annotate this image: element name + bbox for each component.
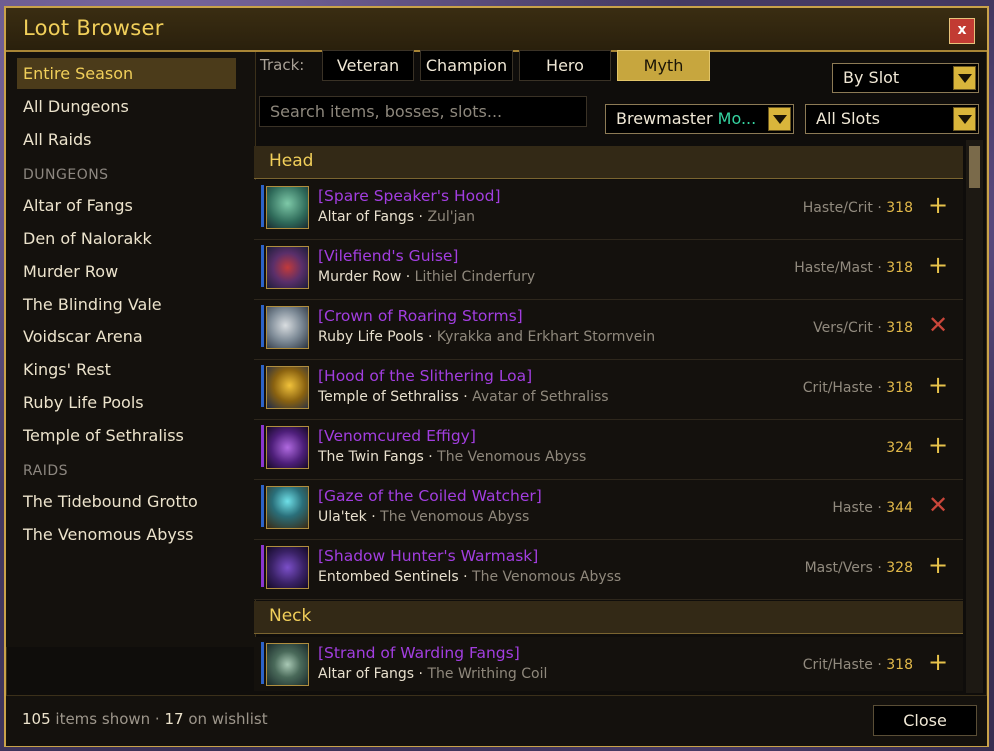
sidebar-item-dungeon[interactable]: Temple of Sethraliss — [17, 420, 236, 451]
quality-bar — [261, 305, 264, 347]
loot-row[interactable]: [Spare Speaker's Hood] Altar of Fangs · … — [254, 180, 963, 240]
add-wishlist-icon[interactable]: + — [927, 433, 949, 457]
quality-bar — [261, 485, 264, 527]
item-source: Ruby Life Pools · Kyrakka and Erkhart St… — [318, 329, 656, 345]
loot-row[interactable]: [Crown of Roaring Storms] Ruby Life Pool… — [254, 300, 963, 360]
item-stats: 324 — [886, 440, 913, 456]
item-source: Ula'tek · The Venomous Abyss — [318, 509, 530, 525]
gaze-icon — [266, 486, 309, 529]
sidebar-item-raid[interactable]: The Tidebound Grotto — [17, 486, 236, 517]
item-stats: Mast/Vers · 328 — [804, 560, 913, 576]
item-stats: Crit/Haste · 318 — [802, 380, 913, 396]
item-source: Temple of Sethraliss · Avatar of Sethral… — [318, 389, 609, 405]
add-wishlist-icon[interactable]: + — [927, 553, 949, 577]
section-header-head: Head — [254, 146, 963, 179]
loot-row[interactable]: [Hood of the Slithering Loa] Temple of S… — [254, 360, 963, 420]
sidebar-item-dungeon[interactable]: Kings' Rest — [17, 354, 236, 385]
window-title: Loot Browser — [23, 16, 164, 40]
item-source: Altar of Fangs · Zul'jan — [318, 209, 475, 225]
quality-bar — [261, 185, 264, 227]
sidebar: Entire Season All Dungeons All Raids DUN… — [6, 52, 256, 647]
hood-icon — [266, 186, 309, 229]
item-name[interactable]: [Venomcured Effigy] — [318, 427, 476, 445]
loot-row[interactable]: [Gaze of the Coiled Watcher] Ula'tek · T… — [254, 480, 963, 540]
warmask-icon — [266, 546, 309, 589]
quality-bar — [261, 245, 264, 287]
title-bar[interactable]: Loot Browser x — [6, 8, 987, 52]
quality-bar — [261, 365, 264, 407]
track-veteran-button[interactable]: Veteran — [322, 50, 414, 81]
quality-bar — [261, 425, 264, 467]
footer: 105 items shown · 17 on wishlist Close — [6, 695, 987, 746]
remove-wishlist-icon[interactable]: ✕ — [927, 493, 949, 517]
loot-list: Head [Spare Speaker's Hood] Altar of Fan… — [254, 140, 963, 691]
item-name[interactable]: [Vilefiend's Guise] — [318, 247, 458, 265]
sidebar-item-dungeon[interactable]: Voidscar Arena — [17, 321, 236, 352]
item-stats: Vers/Crit · 318 — [813, 320, 913, 336]
sidebar-header-dungeons: DUNGEONS — [23, 167, 109, 183]
loot-row[interactable]: [Shadow Hunter's Warmask] Entombed Senti… — [254, 540, 963, 600]
spec-dropdown[interactable]: Brewmaster Mo... — [605, 104, 794, 134]
sidebar-item-entire-season[interactable]: Entire Season — [17, 58, 236, 89]
item-count: 105 items shown · 17 on wishlist — [22, 710, 268, 728]
chevron-down-icon — [768, 107, 791, 131]
necklace-icon — [266, 643, 309, 686]
quality-bar — [261, 642, 264, 684]
add-wishlist-icon[interactable]: + — [927, 373, 949, 397]
item-source: Entombed Sentinels · The Venomous Abyss — [318, 569, 622, 585]
track-label: Track: — [260, 56, 305, 74]
add-wishlist-icon[interactable]: + — [927, 650, 949, 674]
sidebar-item-dungeon[interactable]: The Blinding Vale — [17, 289, 236, 320]
sidebar-item-dungeon[interactable]: Den of Nalorakk — [17, 223, 236, 254]
track-hero-button[interactable]: Hero — [519, 50, 611, 81]
serpent-hood-icon — [266, 366, 309, 409]
crown-icon — [266, 306, 309, 349]
item-source: Murder Row · Lithiel Cinderfury — [318, 269, 536, 285]
item-name[interactable]: [Hood of the Slithering Loa] — [318, 367, 532, 385]
sidebar-item-raid[interactable]: The Venomous Abyss — [17, 519, 236, 550]
slot-value: All Slots — [816, 109, 880, 128]
track-champion-button[interactable]: Champion — [420, 50, 513, 81]
search-input[interactable]: Search items, bosses, slots... — [259, 96, 587, 127]
scrollbar-thumb[interactable] — [969, 146, 980, 188]
loot-row[interactable]: [Strand of Warding Fangs] Altar of Fangs… — [254, 637, 963, 691]
sidebar-header-raids: RAIDS — [23, 463, 69, 479]
sort-value: By Slot — [843, 68, 900, 87]
chevron-down-icon — [953, 107, 976, 131]
sidebar-item-all-dungeons[interactable]: All Dungeons — [17, 91, 236, 122]
chevron-down-icon — [953, 66, 976, 90]
effigy-icon — [266, 426, 309, 469]
sidebar-item-dungeon[interactable]: Altar of Fangs — [17, 190, 236, 221]
track-myth-button[interactable]: Myth — [617, 50, 710, 81]
item-name[interactable]: [Strand of Warding Fangs] — [318, 644, 520, 662]
scrollbar[interactable] — [966, 140, 983, 693]
item-name[interactable]: [Crown of Roaring Storms] — [318, 307, 523, 325]
spec-name: Mo... — [717, 109, 757, 128]
item-source: Altar of Fangs · The Writhing Coil — [318, 666, 548, 682]
remove-wishlist-icon[interactable]: ✕ — [927, 313, 949, 337]
item-name[interactable]: [Shadow Hunter's Warmask] — [318, 547, 538, 565]
sidebar-item-dungeon[interactable]: Murder Row — [17, 256, 236, 287]
loot-row[interactable]: [Vilefiend's Guise] Murder Row · Lithiel… — [254, 240, 963, 300]
item-source: The Twin Fangs · The Venomous Abyss — [318, 449, 587, 465]
add-wishlist-icon[interactable]: + — [927, 253, 949, 277]
sidebar-item-dungeon[interactable]: Ruby Life Pools — [17, 387, 236, 418]
item-stats: Haste/Crit · 318 — [802, 200, 913, 216]
add-wishlist-icon[interactable]: + — [927, 193, 949, 217]
close-icon[interactable]: x — [949, 18, 975, 44]
loot-row[interactable]: [Venomcured Effigy] The Twin Fangs · The… — [254, 420, 963, 480]
spec-class: Brewmaster — [616, 109, 713, 128]
quality-bar — [261, 545, 264, 587]
item-stats: Haste · 344 — [832, 500, 913, 516]
guise-icon — [266, 246, 309, 289]
sidebar-item-all-raids[interactable]: All Raids — [17, 124, 236, 155]
item-stats: Haste/Mast · 318 — [794, 260, 913, 276]
section-header-neck: Neck — [254, 601, 963, 634]
sort-dropdown[interactable]: By Slot — [832, 63, 979, 93]
slot-dropdown[interactable]: All Slots — [805, 104, 979, 134]
item-stats: Crit/Haste · 318 — [802, 657, 913, 673]
close-button[interactable]: Close — [873, 705, 977, 736]
item-name[interactable]: [Spare Speaker's Hood] — [318, 187, 501, 205]
item-name[interactable]: [Gaze of the Coiled Watcher] — [318, 487, 542, 505]
